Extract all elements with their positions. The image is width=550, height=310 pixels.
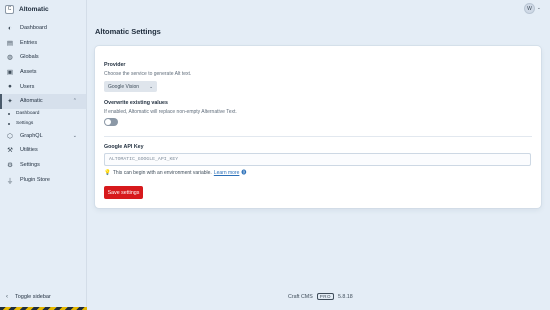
overwrite-instructions: If enabled, Altomatic will replace non-e… [104,109,237,115]
provider-instructions: Choose the service to generate Alt text. [104,71,192,77]
provider-label: Provider [104,62,126,68]
toggle-sidebar-label: Toggle sidebar [15,294,51,300]
sidebar-item-label: Entries [20,39,38,46]
toggle-knob [105,119,111,125]
sidebar-nav: ◐ Dashboard ▤ Entries ◍ Globals ▣ Assets… [0,21,86,187]
user-avatar[interactable]: W [524,3,535,14]
sidebar-item-settings[interactable]: ⚙ Settings [0,158,86,173]
learn-more-link[interactable]: Learn more [214,170,240,176]
site-icon: C [5,4,14,14]
sidebar-item-label: Dashboard [20,25,47,32]
site-name: Altomatic [19,5,49,13]
bullet-icon [8,122,10,125]
toggle-sidebar-button[interactable]: ‹ Toggle sidebar [6,294,51,300]
sparkle-icon: ✦ [7,98,13,106]
sidebar-subitem-label: Dashboard [16,111,40,117]
page-title: Altomatic Settings [95,27,161,36]
sidebar-item-assets[interactable]: ▣ Assets [0,65,86,80]
overwrite-label: Overwrite existing values [104,100,168,106]
sidebar-item-utilities[interactable]: ⚒ Utilities [0,143,86,158]
lightbulb-icon: 💡 [104,169,111,176]
chevron-up-icon[interactable]: ⌃ [73,98,77,104]
divider [104,136,532,137]
bullet-icon [8,112,10,115]
env-var-tip: 💡 This can begin with an environment var… [104,169,247,177]
sidebar-item-plugin-store[interactable]: ⏚ Plugin Store [0,172,86,187]
sidebar-item-label: Settings [20,162,40,169]
sidebar-item-globals[interactable]: ◍ Globals [0,50,86,65]
sidebar-subitem-settings[interactable]: Settings [0,119,86,129]
sidebar-item-label: Globals [20,54,39,61]
sidebar-item-entries[interactable]: ▤ Entries [0,36,86,51]
chevron-down-icon[interactable]: ⌄ [73,133,77,139]
save-button[interactable]: Save settings [104,186,143,199]
api-key-input[interactable]: ALTOMATIC_GOOGLE_API_KEY [104,153,531,166]
sidebar-item-altomatic[interactable]: ✦ Altomatic ⌃ [0,93,86,109]
product-name: Craft CMS [288,293,313,300]
sidebar-item-dashboard[interactable]: ◐ Dashboard [0,21,86,36]
sidebar-item-label: Users [20,83,35,90]
sidebar-item-label: Utilities [20,147,38,154]
sidebar-item-graphql[interactable]: ⬡ GraphQL ⌄ [0,129,86,144]
site-switcher[interactable]: C Altomatic [5,3,49,15]
globe-icon: ◍ [7,54,13,62]
sidebar: C Altomatic ◐ Dashboard ▤ Entries ◍ Glob… [0,0,87,310]
gauge-icon: ◐ [8,24,12,32]
plug-icon: ⏚ [6,177,14,185]
edition-badge: PRO [316,293,334,300]
version: 5.8.18 [338,293,353,300]
provider-select[interactable]: Google Vision ⌄ [104,81,157,92]
sidebar-subitem-dashboard[interactable]: Dashboard [0,109,86,119]
overwrite-toggle[interactable] [104,118,118,126]
chevron-down-icon[interactable]: ⌄ [537,5,541,11]
sidebar-item-label: GraphQL [20,132,43,139]
image-icon: ▣ [6,69,14,77]
sidebar-subitem-label: Settings [16,121,34,127]
sidebar-item-label: Plugin Store [20,176,50,183]
footer: Craft CMS PRO 5.8.18 [288,293,353,300]
settings-card: Provider Choose the service to generate … [95,46,541,208]
api-key-label: Google API Key [104,144,144,150]
gear-icon: ⚙ [7,162,13,170]
users-icon: ● [8,83,12,91]
provider-select-value: Google Vision [108,83,140,90]
chevron-left-icon: ‹ [6,294,8,300]
chevron-down-icon: ⌄ [149,83,153,89]
info-icon: ⓿ [241,170,247,176]
entries-icon: ▤ [6,39,14,47]
sidebar-item-label: Assets [20,69,37,76]
tip-text: This can begin with an environment varia… [112,169,212,176]
sidebar-item-users[interactable]: ● Users [0,79,86,94]
graphql-icon: ⬡ [7,132,13,140]
wrench-icon: ⚒ [7,147,13,155]
sidebar-item-label: Altomatic [20,98,43,105]
